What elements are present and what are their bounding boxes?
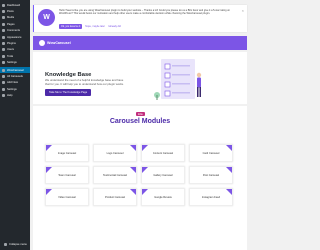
module-name: Gallery Carousel — [153, 174, 173, 177]
card-corner-icon — [46, 145, 52, 151]
sidebar-item-label: Add New — [7, 81, 18, 85]
card-corner-icon — [226, 189, 232, 195]
module-name: Product Carousel — [104, 196, 126, 199]
card-corner-icon — [46, 189, 52, 195]
sidebar-item-label: Appearance — [7, 35, 22, 39]
sidebar-item-label: Settings — [7, 61, 17, 65]
plugin-logo-icon: W — [38, 9, 55, 26]
module-name: Testimonial Carousel — [102, 174, 128, 177]
sidebar-item-label: Posts — [7, 10, 14, 14]
module-card[interactable]: Card Carousel — [189, 144, 233, 162]
collapse-icon — [4, 243, 7, 247]
admin-sidebar: Dashboard Posts Media Pages Comments Appearan… — [0, 0, 30, 250]
module-name: Post Carousel — [202, 174, 220, 177]
card-corner-icon — [130, 189, 136, 195]
module-card[interactable]: Content Carousel — [141, 144, 185, 162]
dismiss-icon[interactable]: × — [242, 8, 244, 13]
kb-description: We understand the need of a helpful know… — [45, 78, 124, 86]
kb-button[interactable]: Take Me to The Knowledge Page — [45, 89, 92, 96]
menu-item-icon — [2, 35, 5, 39]
modules-grid: Image Carousel Logo Carousel Content Carou… — [45, 144, 235, 206]
card-corner-icon — [226, 167, 232, 173]
sidebar-item-label: All Carousels — [7, 74, 23, 78]
menu-item-icon — [2, 61, 5, 65]
module-card[interactable]: Testimonial Carousel — [93, 166, 137, 184]
card-corner-icon — [46, 167, 52, 173]
module-name: Image Carousel — [57, 152, 77, 155]
module-name: Google Review — [154, 196, 172, 199]
sidebar-item-label: Users — [7, 48, 15, 52]
module-card[interactable]: Product Carousel — [93, 188, 137, 206]
elite-badge: Elite — [136, 112, 145, 116]
collapse-label: Collapse menu — [9, 243, 27, 247]
already-did-link[interactable]: I already did — [108, 25, 121, 28]
card-corner-icon — [142, 189, 148, 195]
menu-item-icon — [2, 29, 5, 33]
module-card[interactable]: Post Carousel — [189, 166, 233, 184]
module-card[interactable]: Google Review — [141, 188, 185, 206]
sidebar-item-label: Media — [7, 16, 15, 20]
sidebar-item-label: Tools — [7, 54, 14, 58]
menu-item-icon — [2, 3, 5, 7]
menu-item-icon — [2, 68, 5, 72]
notice-message: Hello! Seems like you are using WowCarou… — [59, 9, 230, 16]
module-name: Content Carousel — [152, 152, 174, 155]
sidebar-item-label: Plugins — [7, 42, 16, 46]
sidebar-item[interactable]: Settings — [0, 60, 30, 66]
module-name: Team Carousel — [58, 174, 76, 177]
menu-item-icon — [2, 48, 5, 52]
module-card[interactable]: Instagram Feed — [189, 188, 233, 206]
sidebar-item-label: Help — [7, 94, 13, 98]
module-name: Card Carousel — [202, 152, 220, 155]
brand-name: WowCarousel — [47, 41, 71, 45]
card-corner-icon — [226, 145, 232, 151]
module-card[interactable]: Logo Carousel — [93, 144, 137, 162]
menu-item-icon — [2, 87, 5, 91]
module-card[interactable]: Image Carousel — [45, 144, 89, 162]
menu-item-icon — [2, 42, 5, 46]
menu-item-icon — [2, 54, 5, 58]
module-name: Video Carousel — [58, 196, 76, 199]
rating-notice: W Hello! Seems like you are using WowCar… — [33, 5, 247, 32]
card-corner-icon — [142, 145, 148, 151]
rate-button[interactable]: Ok, you deserve it — [59, 24, 83, 29]
modules-title: Carousel Modules — [109, 118, 171, 125]
menu-item-icon — [2, 22, 5, 26]
brand-header: WowCarousel — [33, 36, 247, 50]
card-corner-icon — [130, 145, 136, 151]
menu-item-icon — [2, 10, 5, 14]
brand-logo-icon — [39, 40, 45, 46]
sidebar-item-label: Settings — [7, 87, 17, 91]
knowledge-base-panel: Knowledge Base We understand the need of… — [33, 52, 247, 104]
carousel-modules-panel: Elite Carousel Modules Image Carousel Log… — [33, 106, 247, 250]
card-corner-icon — [142, 167, 148, 173]
sidebar-item-label: WowCarousel — [7, 68, 24, 72]
sidebar-menu: Dashboard Posts Media Pages Comments Appearan… — [0, 0, 30, 99]
sidebar-item-label: Dashboard — [7, 3, 21, 7]
module-card[interactable]: Video Carousel — [45, 188, 89, 206]
sidebar-item-label: Pages — [7, 22, 15, 26]
notice-actions: Ok, you deserve it Nope, maybe later I a… — [59, 24, 121, 29]
menu-item-icon — [2, 16, 5, 20]
module-name: Instagram Feed — [201, 196, 221, 199]
sidebar-item-label: Comments — [7, 29, 20, 33]
menu-item-icon — [2, 74, 5, 78]
module-card[interactable]: Gallery Carousel — [141, 166, 185, 184]
module-card[interactable]: Team Carousel — [45, 166, 89, 184]
sidebar-collapse-button[interactable]: Collapse menu — [2, 242, 27, 248]
later-link[interactable]: Nope, maybe later — [85, 25, 105, 28]
menu-item-icon — [2, 94, 5, 98]
menu-item-icon — [2, 81, 5, 85]
module-name: Logo Carousel — [106, 152, 124, 155]
knowledge-illustration-icon — [154, 59, 202, 100]
card-corner-icon — [130, 167, 136, 173]
sidebar-item[interactable]: Help — [0, 92, 30, 98]
